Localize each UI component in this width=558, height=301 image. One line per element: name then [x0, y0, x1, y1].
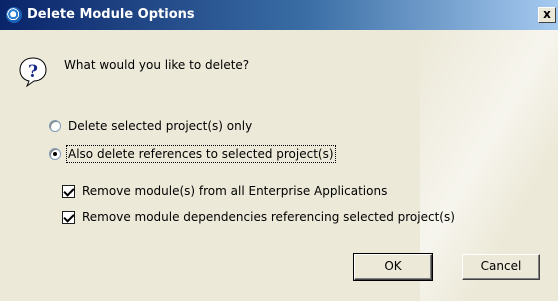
radio-label: Delete selected project(s) only: [68, 119, 253, 133]
prompt-text: What would you like to delete?: [64, 58, 250, 72]
checkbox[interactable]: [62, 184, 75, 198]
svg-text:?: ?: [28, 62, 38, 82]
radio-delete-references[interactable]: Also delete references to selected proje…: [49, 145, 336, 163]
checkbox-remove-module-dependencies[interactable]: Remove module dependencies referencing s…: [62, 210, 455, 224]
question-icon: ?: [19, 57, 47, 87]
radio-delete-selected-only[interactable]: Delete selected project(s) only: [49, 119, 252, 133]
checkbox-label: Remove module(s) from all Enterprise App…: [82, 184, 388, 198]
title-bar: Delete Module Options x: [0, 0, 558, 30]
close-icon: x: [543, 7, 551, 21]
checkbox[interactable]: [62, 210, 75, 224]
radio-button-selected[interactable]: [49, 148, 61, 160]
dialog-title: Delete Module Options: [27, 7, 195, 22]
ok-button[interactable]: OK: [353, 253, 433, 281]
close-button[interactable]: x: [538, 7, 556, 23]
radio-button[interactable]: [49, 120, 61, 132]
checkbox-remove-from-enterprise-apps[interactable]: Remove module(s) from all Enterprise App…: [62, 184, 387, 198]
delete-module-options-dialog: Delete Module Options x ? What would you…: [0, 0, 558, 301]
cancel-button[interactable]: Cancel: [462, 254, 540, 280]
checkbox-label: Remove module dependencies referencing s…: [82, 210, 455, 224]
radio-label: Also delete references to selected proje…: [66, 145, 336, 163]
app-icon: [6, 7, 22, 23]
